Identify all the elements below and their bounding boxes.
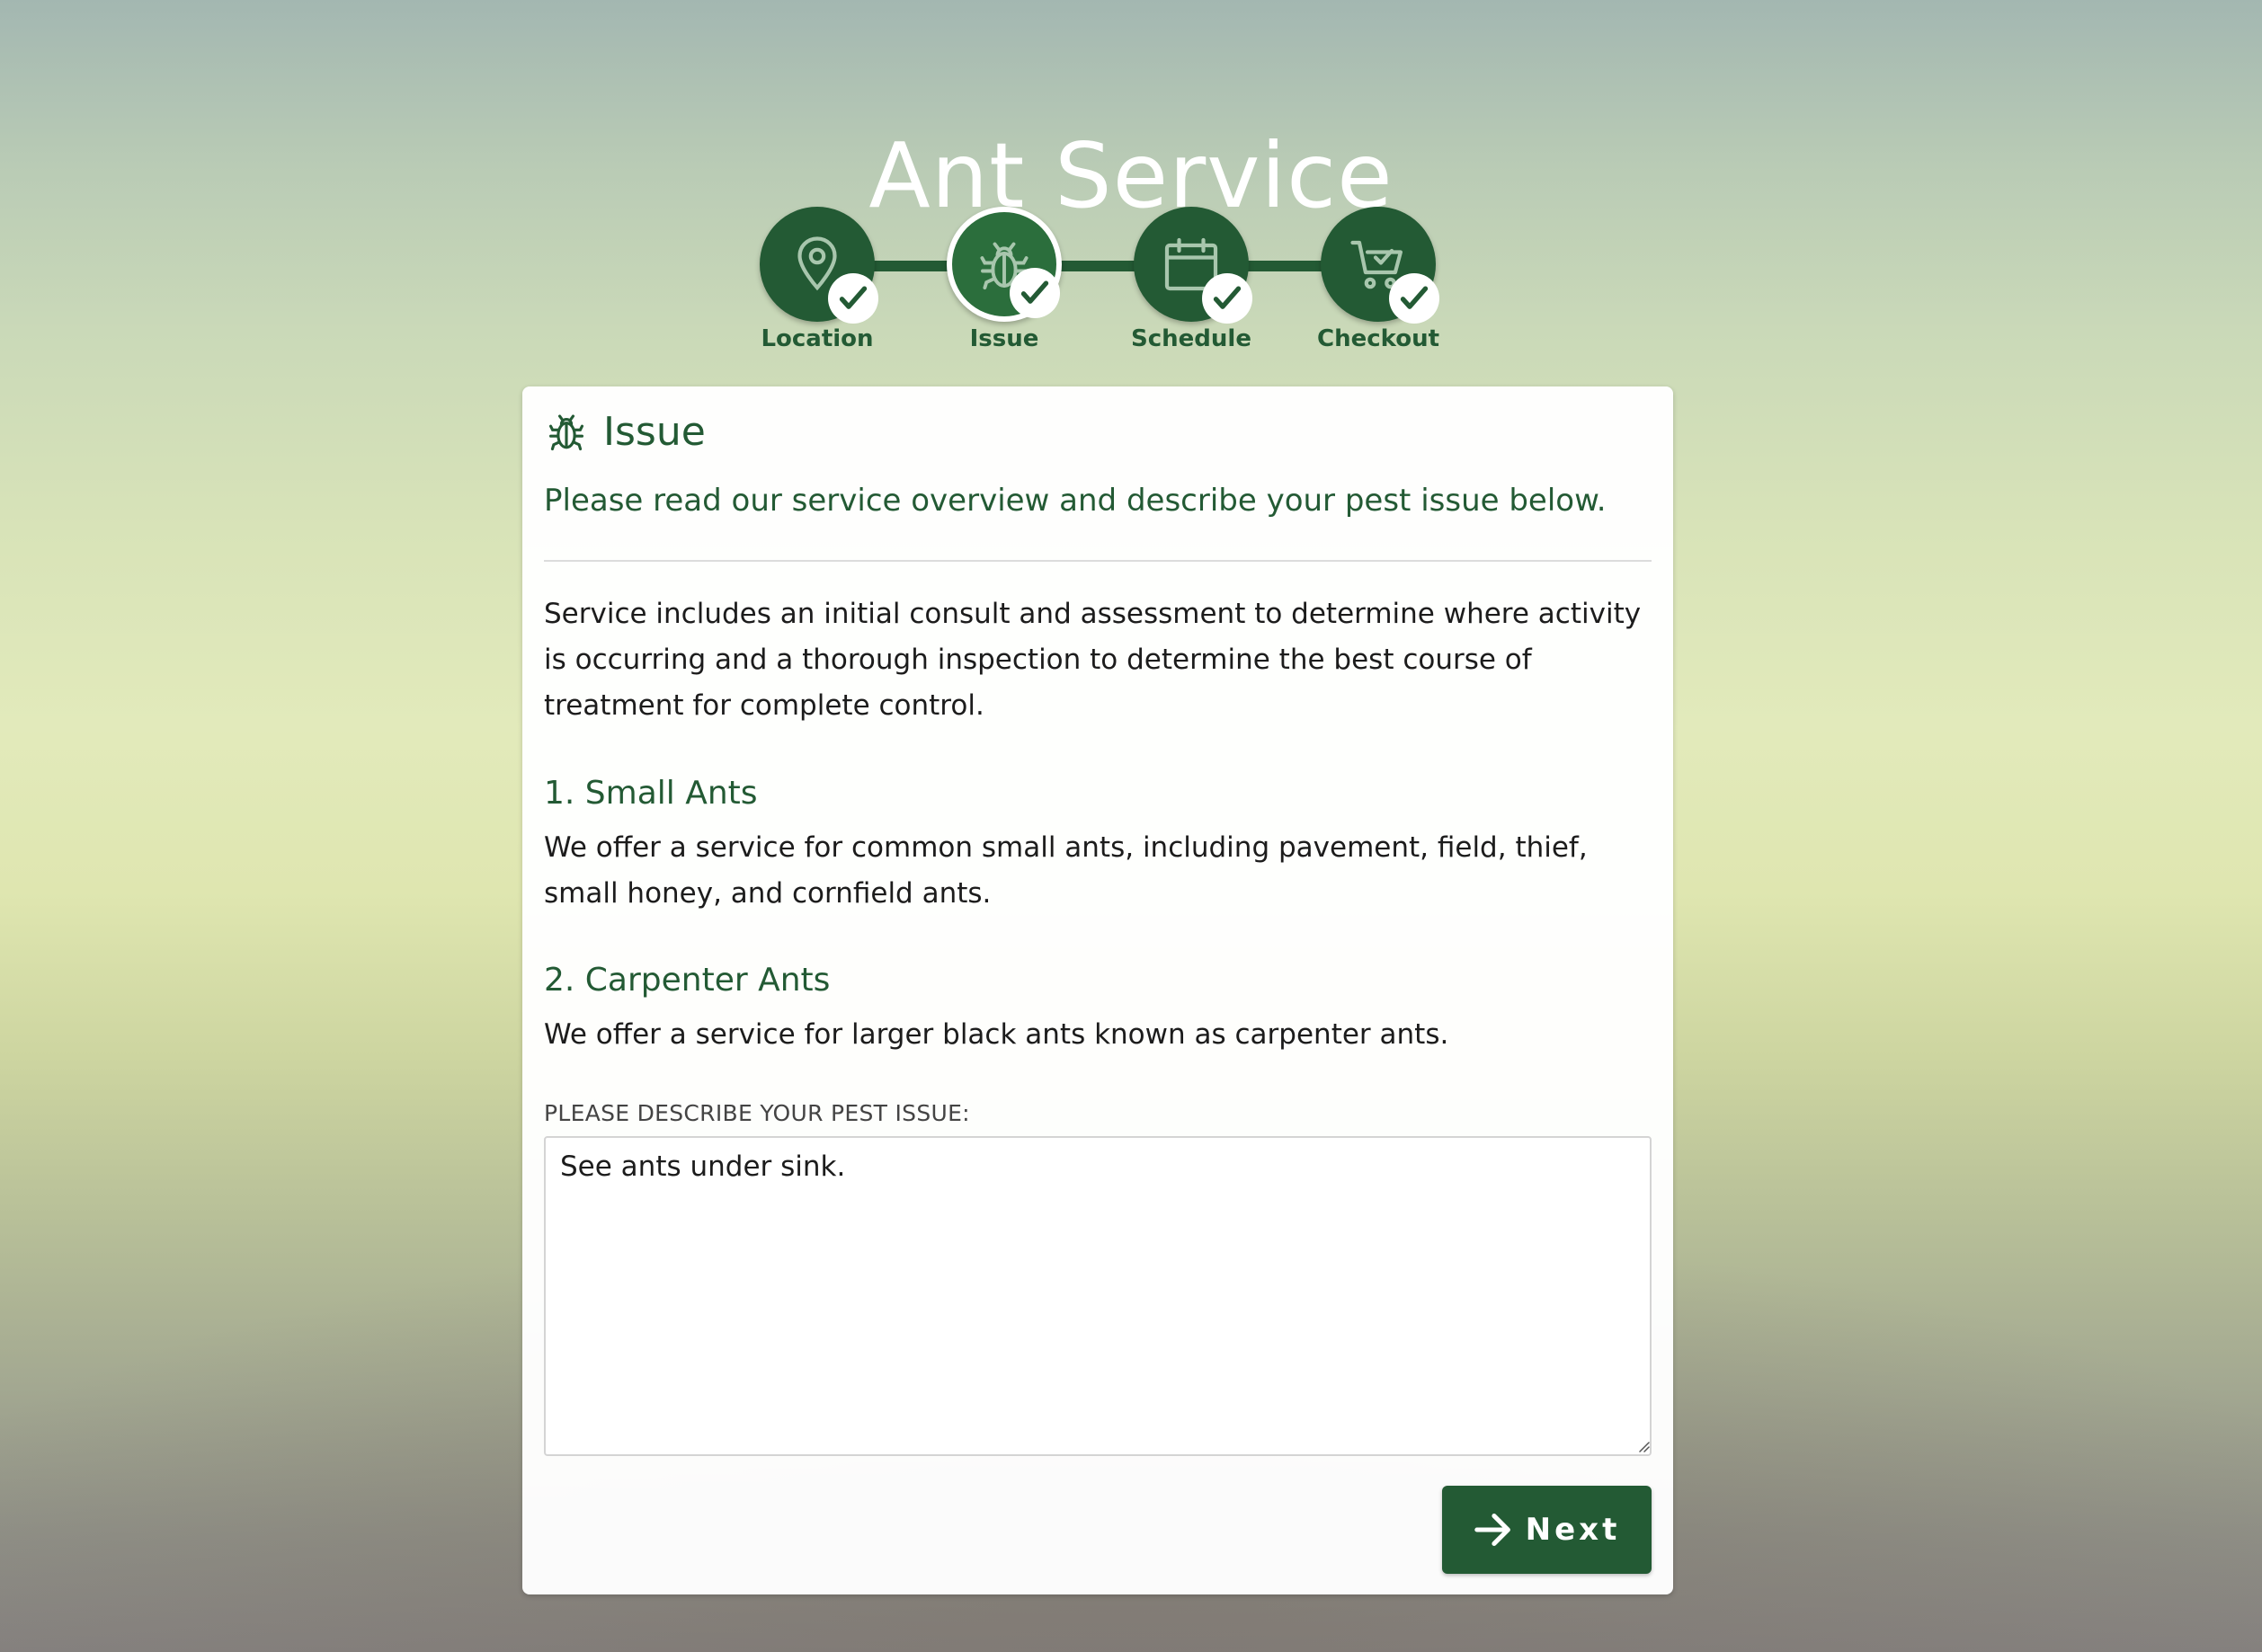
step-issue-circle[interactable] [947,207,1062,322]
step-location-label: Location [761,325,874,352]
checkmark-icon [1020,280,1049,304]
step-location-circle[interactable] [760,207,878,324]
checkmark-icon [1400,286,1429,309]
card-subtitle: Please read our service overview and des… [544,483,1607,519]
step-issue-check-badge [1010,268,1060,318]
section-heading-carpenter-ants: 2. Carpenter Ants [544,962,831,999]
step-checkout[interactable]: Checkout [1317,207,1439,352]
step-checkout-check-badge [1389,273,1439,324]
card-header: Issue [544,403,706,460]
step-schedule-circle[interactable] [1134,207,1252,324]
step-location-check-badge [828,273,878,324]
issue-card: Issue Please read our service overview a… [522,386,1673,1594]
next-button[interactable]: Next [1442,1486,1652,1574]
step-issue[interactable]: Issue [947,207,1062,352]
step-schedule[interactable]: Schedule [1131,207,1252,352]
pest-issue-textarea[interactable]: See ants under sink. [544,1136,1652,1456]
next-button-label: Next [1525,1512,1621,1548]
step-checkout-circle[interactable] [1321,207,1439,324]
step-schedule-label: Schedule [1131,325,1251,352]
stepper-track [817,261,1378,271]
arrow-right-icon [1474,1514,1510,1546]
divider [544,560,1652,562]
step-location[interactable]: Location [760,207,878,352]
section-body-small-ants: We offer a service for common small ants… [544,831,1588,910]
checkmark-icon [1213,286,1242,309]
bug-icon [548,414,584,451]
pest-issue-field-label: PLEASE DESCRIBE YOUR PEST ISSUE: [544,1100,970,1126]
card-title: Issue [603,408,706,455]
service-overview-text: Service includes an initial consult and … [544,598,1642,722]
step-issue-label: Issue [969,325,1039,352]
progress-stepper: Location Issue Schedule Checkout [760,207,1439,360]
step-schedule-check-badge [1202,273,1252,324]
checkmark-icon [839,286,868,309]
section-body-carpenter-ants: We offer a service for larger black ants… [544,1018,1449,1051]
resize-handle-icon[interactable] [1635,1438,1650,1452]
step-checkout-label: Checkout [1316,325,1440,352]
section-heading-small-ants: 1. Small Ants [544,775,758,812]
